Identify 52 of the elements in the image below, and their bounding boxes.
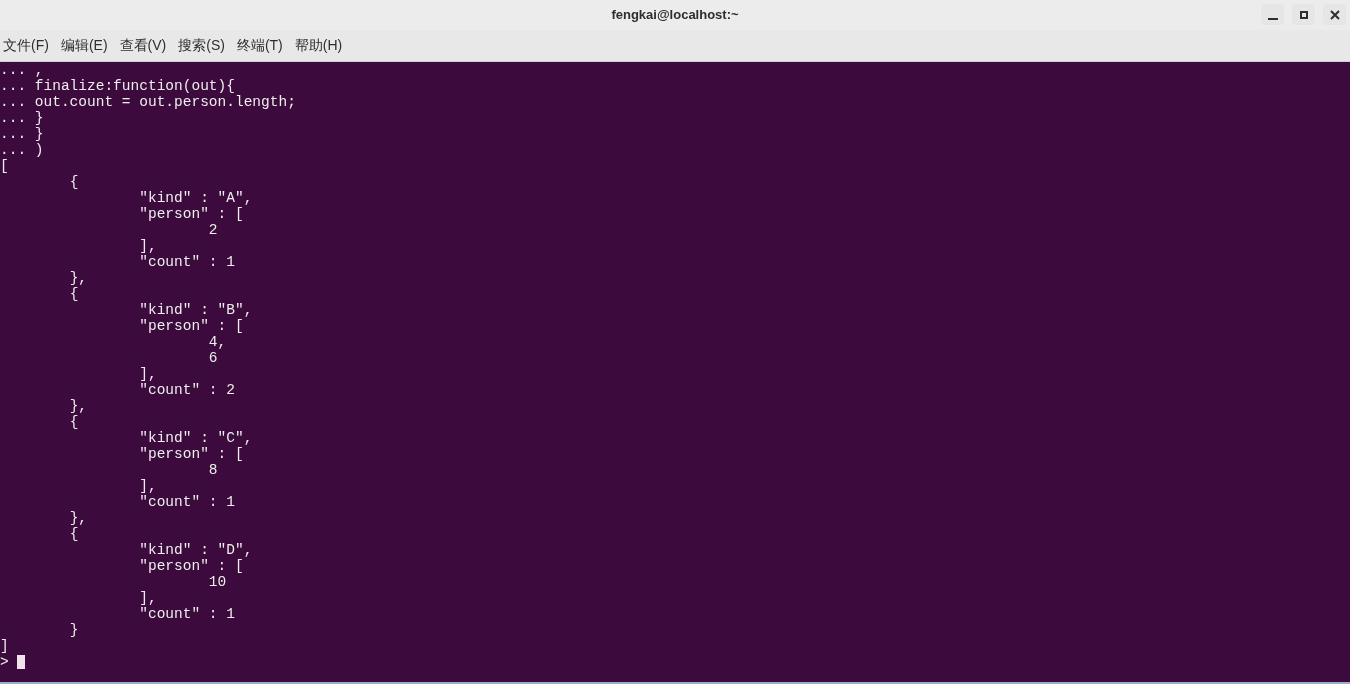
terminal-line: "person" : [ [138,558,244,574]
terminal-line: }, [68,510,88,526]
terminal-line: { [68,414,79,430]
shell-prompt: > [0,654,9,670]
terminal-line: "kind" : "C", [138,430,253,446]
terminal-line: { [68,174,79,190]
terminal-line: ... , [0,62,44,78]
terminal-line: ], [138,478,157,494]
menu-item[interactable]: 查看(V) [119,35,167,56]
terminal-line: }, [68,398,88,414]
terminal-line: ... ) [0,142,44,158]
close-button[interactable] [1323,4,1346,25]
terminal-line: ... } [0,126,44,142]
close-icon [1329,9,1340,20]
terminal-line: "person" : [ [138,446,244,462]
terminal-line: 6 [207,350,218,366]
menu-item[interactable]: 编辑(E) [60,35,108,56]
terminal-line: "kind" : "D", [138,542,253,558]
minimize-icon [1267,17,1278,20]
terminal-line: }, [68,270,88,286]
minimize-button[interactable] [1261,4,1284,25]
terminal-line: ], [138,238,157,254]
terminal-line: ], [138,590,157,606]
menu-item[interactable]: 帮助(H) [294,35,343,56]
maximize-button[interactable] [1292,4,1315,25]
terminal-line: 4, [207,334,227,350]
window-title: fengkai@localhost:~ [611,6,739,25]
terminal-line: "person" : [ [138,318,244,334]
menu-item[interactable]: 终端(T) [236,35,283,56]
menu-item[interactable]: 文件(F) [3,35,49,56]
terminal-line: "count" : 1 [138,254,235,270]
terminal-line: "kind" : "B", [138,302,253,318]
terminal-line: ... out.count = out.person.length; [0,94,296,110]
terminal-line: [ [0,158,9,174]
terminal-line: { [68,286,79,302]
terminal-line: "count" : 2 [138,382,235,398]
menu-item[interactable]: 搜索(S) [178,35,225,56]
terminal-line: { [68,526,79,542]
terminal-line: ... finalize:function(out){ [0,78,235,94]
terminal-line: "count" : 1 [138,606,235,622]
terminal-line: 2 [207,222,218,238]
maximize-icon [1299,10,1308,19]
terminal-line: ] [0,638,9,654]
terminal-line: } [68,622,79,638]
terminal-line: 10 [207,574,227,590]
text-cursor [16,655,25,669]
terminal-line: 8 [207,462,218,478]
terminal-line: ], [138,366,157,382]
terminal-line: "count" : 1 [138,494,235,510]
terminal-line: ... } [0,110,44,126]
terminal-line: "kind" : "A", [138,190,253,206]
terminal-line: "person" : [ [138,206,244,222]
